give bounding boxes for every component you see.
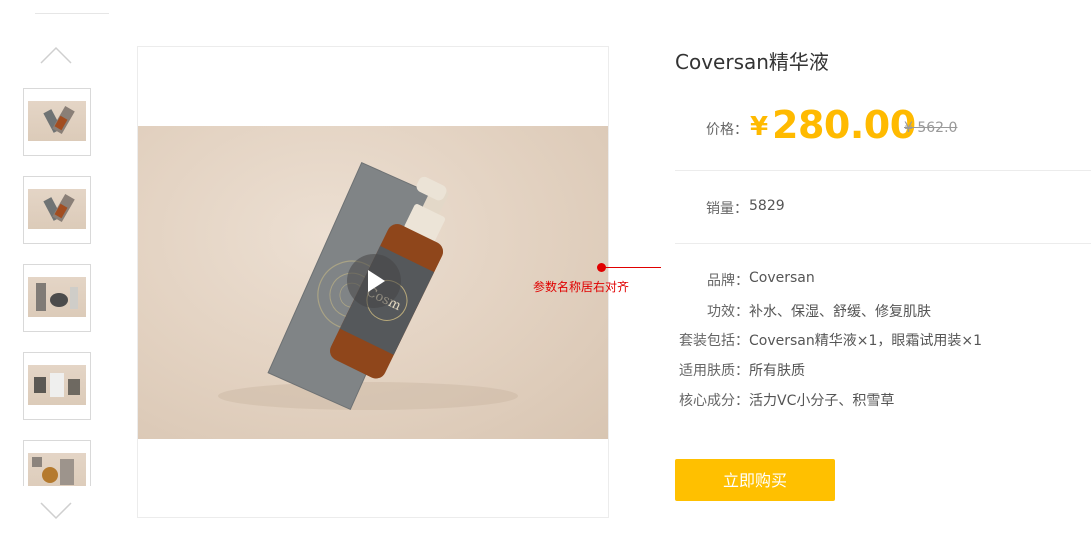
param-value: 活力VC小分子、积雪草 xyxy=(749,393,895,409)
annotation-text: 参数名称居右对齐 xyxy=(533,280,630,294)
thumbnail-5[interactable] xyxy=(23,440,91,486)
buy-now-button[interactable]: 立即购买 xyxy=(675,459,835,501)
thumbnail-strip xyxy=(22,88,114,486)
price-value: 280.00 xyxy=(772,103,916,147)
param-value: 补水、保湿、舒缓、修复肌肤 xyxy=(749,304,931,320)
param-value: 所有肤质 xyxy=(749,363,805,379)
price-currency-symbol: ¥ xyxy=(750,112,769,142)
param-name: 核心成分： xyxy=(679,393,749,409)
product-title: Coversan精华液 xyxy=(675,50,829,74)
sales-label: 销量： xyxy=(706,201,748,217)
thumbnail-3[interactable] xyxy=(23,264,91,332)
param-value: Coversan精华液×1，眼霜试用装×1 xyxy=(749,333,983,349)
sales-value: 5829 xyxy=(749,198,785,214)
param-name: 适用肤质： xyxy=(679,363,749,379)
param-name: 品牌： xyxy=(707,273,749,289)
price-label: 价格： xyxy=(706,122,748,138)
thumbnail-2[interactable] xyxy=(23,176,91,244)
annotation-line xyxy=(603,267,661,268)
divider-price xyxy=(675,170,1091,171)
chevron-up-icon[interactable] xyxy=(40,46,72,64)
thumbnail-1[interactable] xyxy=(23,88,91,156)
product-detail-page: Cosm 参数名称居右对齐 Coversan精华液 价格： ¥ 280.00 ¥… xyxy=(0,0,1091,556)
param-name: 套装包括： xyxy=(679,333,749,349)
thumbnail-4[interactable] xyxy=(23,352,91,420)
top-divider xyxy=(35,13,109,14)
divider-sales xyxy=(675,243,1091,244)
play-icon[interactable] xyxy=(347,254,401,308)
param-name: 功效： xyxy=(707,304,749,320)
chevron-down-icon[interactable] xyxy=(40,502,72,520)
original-price: ¥ 562.0 xyxy=(904,120,958,136)
param-value: Coversan xyxy=(749,270,815,286)
